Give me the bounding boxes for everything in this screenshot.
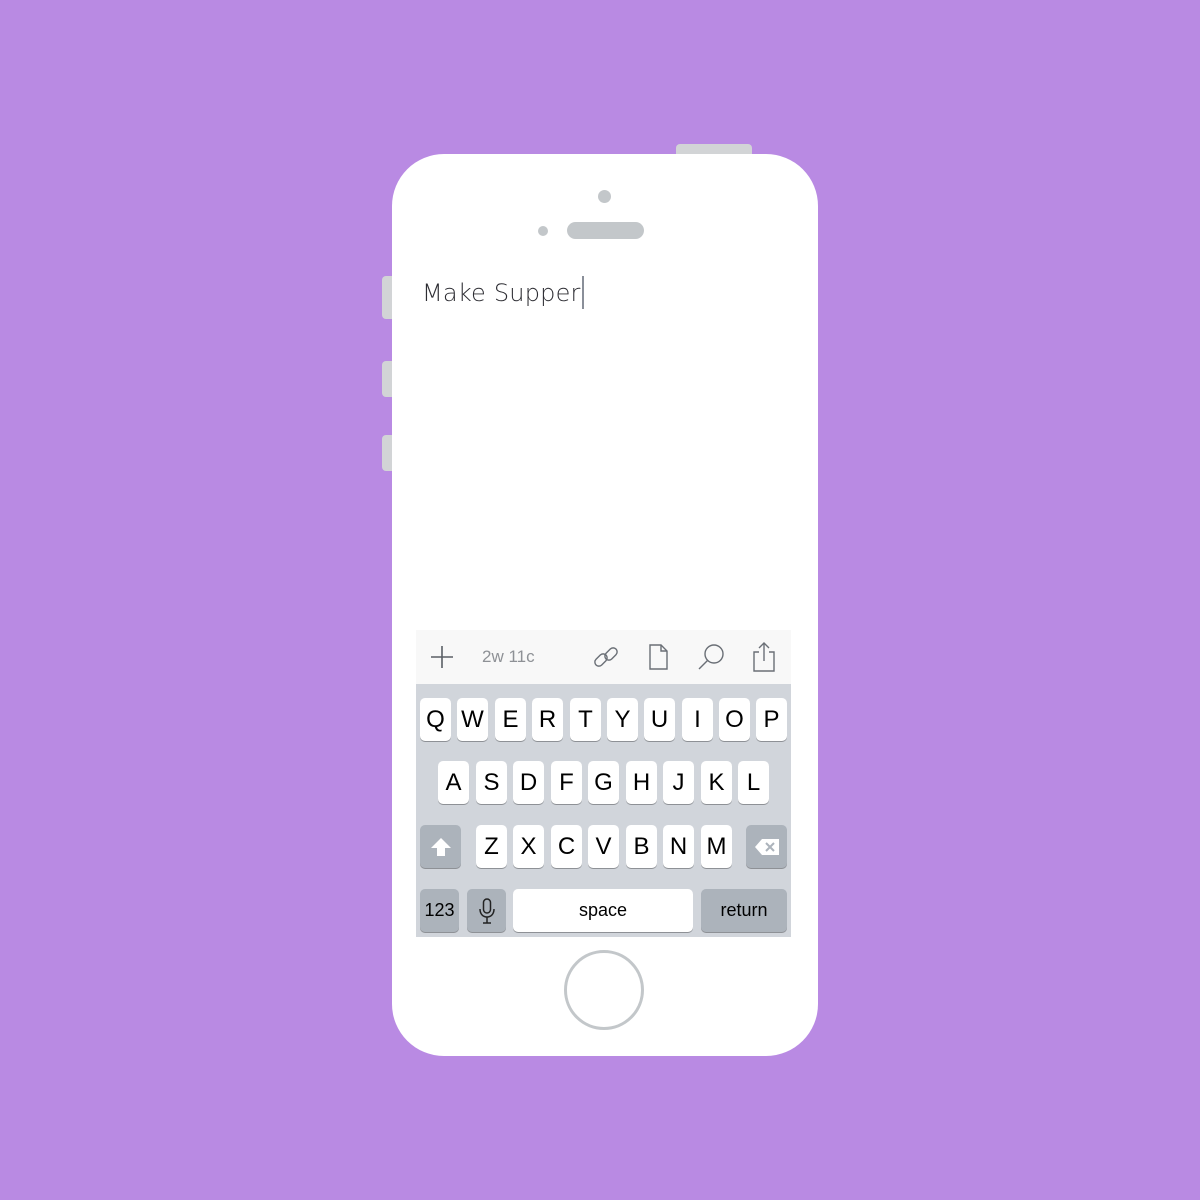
dictation-key[interactable] [467,889,506,932]
delete-key[interactable] [746,825,787,868]
key-u[interactable]: U [644,698,675,741]
document-icon[interactable] [644,630,672,684]
space-key[interactable]: space [513,889,693,932]
key-h[interactable]: H [626,761,657,804]
return-key[interactable]: return [701,889,787,932]
key-r[interactable]: R [532,698,563,741]
key-v[interactable]: V [588,825,619,868]
note-editor[interactable]: Make Supper [422,276,584,309]
key-i[interactable]: I [682,698,713,741]
key-y[interactable]: Y [607,698,638,741]
note-text: Make Supper [422,279,581,307]
phone-screen: Make Supper 2w 11c Q W E R T Y U I O P A… [416,262,791,937]
key-b[interactable]: B [626,825,657,868]
numbers-key[interactable]: 123 [420,889,459,932]
key-q[interactable]: Q [420,698,451,741]
key-x[interactable]: X [513,825,544,868]
shift-icon [430,837,451,856]
key-m[interactable]: M [701,825,732,868]
key-l[interactable]: L [738,761,769,804]
shift-key[interactable] [420,825,461,868]
key-c[interactable]: C [551,825,582,868]
plus-icon[interactable] [428,630,456,684]
keyboard: Q W E R T Y U I O P A S D F G H J K L Z … [416,684,791,937]
editor-toolbar: 2w 11c [416,630,791,685]
word-count: 2w 11c [482,647,535,666]
proximity-sensor [538,226,548,236]
key-p[interactable]: P [756,698,787,741]
front-camera [598,190,611,203]
key-s[interactable]: S [476,761,507,804]
microphone-icon [478,897,495,924]
key-e[interactable]: E [495,698,526,741]
key-o[interactable]: O [719,698,750,741]
key-w[interactable]: W [457,698,488,741]
earpiece-speaker [567,222,644,239]
key-d[interactable]: D [513,761,544,804]
key-g[interactable]: G [588,761,619,804]
search-icon[interactable] [696,630,728,684]
key-z[interactable]: Z [476,825,507,868]
home-button[interactable] [564,950,644,1030]
key-f[interactable]: F [551,761,582,804]
key-n[interactable]: N [663,825,694,868]
key-k[interactable]: K [701,761,732,804]
key-j[interactable]: J [663,761,694,804]
backspace-icon [754,838,779,855]
link-icon[interactable] [590,630,622,684]
key-a[interactable]: A [438,761,469,804]
text-caret [581,276,584,309]
key-t[interactable]: T [570,698,601,741]
share-icon[interactable] [750,630,778,684]
